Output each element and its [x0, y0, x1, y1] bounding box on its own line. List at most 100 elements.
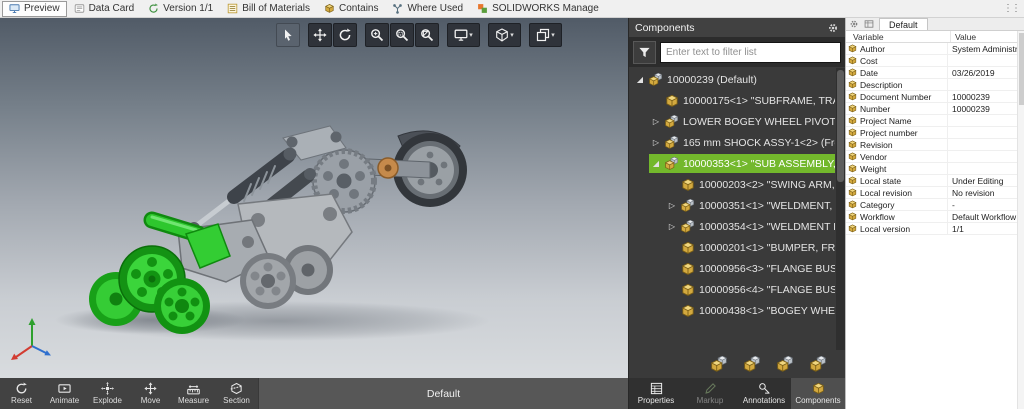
component-display-icon-3[interactable] [777, 356, 794, 373]
bottom-button-move[interactable]: Move [129, 378, 172, 409]
view-orientation-tool[interactable]: ▾ [488, 23, 521, 47]
datacard-icon [74, 3, 85, 14]
zoom-area-tool[interactable] [390, 23, 414, 47]
tree-row[interactable]: 10000956<4> "FLANGE BUSHING 16x20x10 [629, 279, 835, 300]
tree-row[interactable]: 10000956<3> "FLANGE BUSHING 16x20x10 [629, 258, 835, 279]
bottom-button-section[interactable]: Section [215, 378, 258, 409]
bottom-button-reset[interactable]: Reset [0, 378, 43, 409]
zoom-tool[interactable] [365, 23, 389, 47]
markup-icon [704, 382, 717, 395]
tree-row[interactable]: ◢10000353<1> "SUB ASSEMBLY, LH FRONT SUS [629, 153, 835, 174]
variable-icon [848, 56, 857, 65]
cad-model[interactable] [0, 18, 628, 378]
display-mode-tool[interactable]: ▾ [447, 23, 480, 47]
filter-funnel-icon[interactable] [633, 41, 656, 64]
rotate-tool[interactable] [333, 23, 357, 47]
component-display-icon-1[interactable] [711, 356, 728, 373]
collapse-arrow-icon[interactable]: ◢ [651, 159, 661, 168]
top-tab-version-1-1[interactable]: Version 1/1 [141, 1, 220, 17]
tree-item[interactable]: 10000175<1> "SUBFRAME, TRANSMISSION SID [649, 91, 835, 110]
toolbar-overflow-icon[interactable]: ⋮⋮ [1003, 3, 1024, 14]
variable-name: Date [857, 67, 947, 79]
stack-icon [536, 28, 550, 42]
chevron-down-icon: ▾ [469, 31, 473, 39]
top-tab-solidworks-manage[interactable]: SOLIDWORKS Manage [470, 1, 606, 17]
variable-name: Number [857, 103, 947, 115]
move-icon [144, 382, 157, 395]
component-display-icon-2[interactable] [744, 356, 761, 373]
gear-icon[interactable] [827, 22, 839, 34]
panel-tab-markup[interactable]: Markup [683, 378, 737, 409]
configuration-bar[interactable]: Default [258, 378, 628, 409]
arm-hole [242, 236, 254, 248]
tree-item[interactable]: ▷10000354<1> "WELDMENT FRONT SWINGAF [665, 217, 835, 236]
bottom-button-measure[interactable]: Measure [172, 378, 215, 409]
tree-item[interactable]: ◢10000239 (Default) [633, 70, 835, 89]
expand-arrow-icon[interactable]: ▷ [651, 138, 661, 147]
top-tab-contains[interactable]: Contains [317, 1, 385, 17]
expand-arrow-icon[interactable]: ▷ [667, 201, 677, 210]
panel-tab-properties[interactable]: Properties [629, 378, 683, 409]
property-row: Date03/26/2019 [846, 67, 1024, 79]
properties-gear-icon[interactable] [846, 18, 861, 30]
tree-item-label: 10000175<1> "SUBFRAME, TRANSMISSION SID [683, 95, 835, 107]
tree-row[interactable]: ▷10000354<1> "WELDMENT FRONT SWINGAF [629, 216, 835, 237]
panel-tab-label: Annotations [743, 396, 785, 405]
bottom-button-explode[interactable]: Explode [86, 378, 129, 409]
scrollbar-thumb[interactable] [1019, 33, 1024, 105]
scrollbar-thumb[interactable] [837, 70, 844, 182]
tree-row[interactable]: 10000438<1> "BOGEY WHEEL, 130mm" (Def [629, 300, 835, 321]
zoom-fit-tool[interactable] [415, 23, 439, 47]
properties-view-icon[interactable] [861, 18, 876, 30]
variable-value: 10000239 [947, 91, 1024, 102]
pan-tool[interactable] [308, 23, 332, 47]
component-display-icon-4[interactable] [810, 356, 827, 373]
expand-arrow-icon[interactable]: ▷ [667, 222, 677, 231]
assembly-icon [649, 73, 663, 87]
tree-item[interactable]: ▷LOWER BOGEY WHEEL PIVOT<1> (Default-_fl… [649, 112, 835, 131]
value-column-header: Value [950, 31, 1024, 42]
top-tab-bill-of-materials[interactable]: Bill of Materials [220, 1, 317, 17]
tree-item[interactable]: ▷165 mm SHOCK ASSY-1<2> (Free-_flexible1… [649, 133, 835, 152]
variable-value: 1/1 [947, 223, 1024, 234]
top-tab-where-used[interactable]: Where Used [385, 1, 470, 17]
component-filter-input[interactable] [660, 42, 841, 63]
properties-config-tab[interactable]: Default [879, 18, 928, 30]
properties-scrollbar[interactable] [1017, 31, 1024, 409]
part-icon [681, 304, 695, 318]
tree-row[interactable]: 10000201<1> "BUMPER, FRONT SUSPENSION [629, 237, 835, 258]
tree-item[interactable]: ▷ 10000351<1> "WELDMENT, FRONT BOGEY W [665, 196, 835, 215]
tree-item[interactable]: 10000438<1> "BOGEY WHEEL, 130mm" (Def [665, 301, 835, 320]
componentsTab-icon [812, 382, 825, 395]
tree-row[interactable]: ▷ 10000351<1> "WELDMENT, FRONT BOGEY W [629, 195, 835, 216]
tree-item[interactable]: 10000956<4> "FLANGE BUSHING 16x20x10 [665, 280, 835, 299]
propsTab-icon [650, 382, 663, 395]
bom-icon [227, 3, 238, 14]
tree-item-label: 10000351<1> "WELDMENT, FRONT BOGEY W [699, 200, 835, 212]
tree-row[interactable]: 10000203<2> "SWING ARM, FRONT" (Defaul [629, 174, 835, 195]
tree-row[interactable]: 10000175<1> "SUBFRAME, TRANSMISSION SID [629, 90, 835, 111]
tree-item[interactable]: 10000201<1> "BUMPER, FRONT SUSPENSION [665, 238, 835, 257]
tree-row[interactable]: ◢10000239 (Default) [629, 69, 835, 90]
select-tool[interactable] [276, 23, 300, 47]
top-tab-preview[interactable]: Preview [2, 1, 67, 17]
variable-icon [848, 212, 857, 221]
expand-arrow-icon[interactable]: ▷ [651, 117, 661, 126]
tree-item[interactable]: 10000956<3> "FLANGE BUSHING 16x20x10 [665, 259, 835, 278]
tree-item[interactable]: ◢10000353<1> "SUB ASSEMBLY, LH FRONT SUS [649, 154, 835, 173]
components-scrollbar[interactable] [836, 68, 845, 350]
panel-tab-components[interactable]: Components [791, 378, 845, 409]
tree-row[interactable]: ▷LOWER BOGEY WHEEL PIVOT<1> (Default-_fl… [629, 111, 835, 132]
tree-row[interactable]: ▷165 mm SHOCK ASSY-1<2> (Free-_flexible1… [629, 132, 835, 153]
bottom-button-animate[interactable]: Animate [43, 378, 86, 409]
bottom-button-label: Animate [50, 396, 79, 405]
part-icon [681, 178, 695, 192]
drawing-views-tool[interactable]: ▾ [529, 23, 562, 47]
panel-tab-annotations[interactable]: Annotations [737, 378, 791, 409]
viewport-3d[interactable]: ▾ ▾ ▾ [0, 18, 628, 378]
property-row: AuthorSystem Administrator [846, 43, 1024, 55]
collapse-arrow-icon[interactable]: ◢ [635, 75, 645, 84]
tree-item[interactable]: 10000203<2> "SWING ARM, FRONT" (Defaul [665, 175, 835, 194]
components-panel: Components ◢10000239 (Default)10000175<1… [628, 18, 845, 378]
top-tab-data-card[interactable]: Data Card [67, 1, 142, 17]
